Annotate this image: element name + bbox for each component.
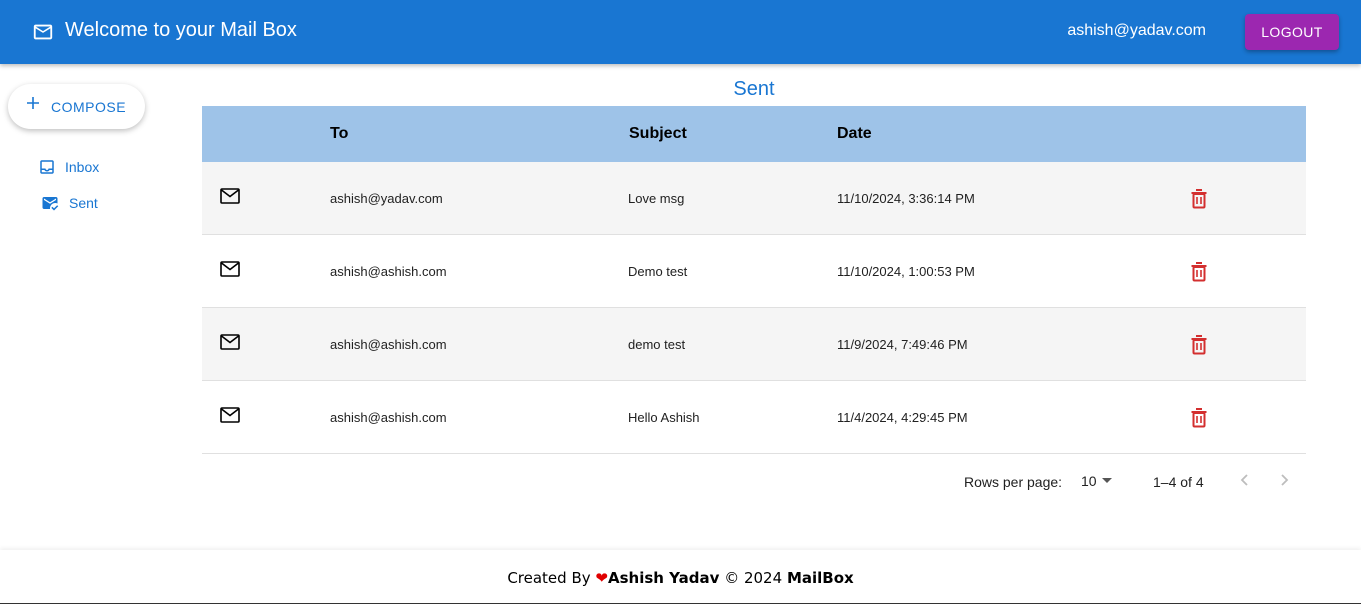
footer-brand: MailBox — [786, 569, 854, 587]
compose-button[interactable]: COMPOSE — [8, 84, 145, 129]
row-subject: demo test — [628, 337, 686, 352]
page-title: Sent — [733, 78, 775, 100]
mail-icon — [220, 407, 240, 423]
rows-per-page-select[interactable]: 10 — [1081, 473, 1097, 489]
table-row[interactable]: ashish@ashish.com Hello Ashish 11/4/2024… — [202, 381, 1306, 454]
row-date: 11/10/2024, 3:36:14 PM — [837, 191, 975, 206]
sidebar-item-inbox[interactable]: Inbox — [38, 155, 99, 179]
mail-icon — [220, 334, 240, 350]
mark-email-read-icon — [42, 197, 59, 211]
table-row[interactable]: ashish@ashish.com demo test 11/9/2024, 7… — [202, 308, 1306, 381]
sidebar-item-label: Sent — [69, 195, 98, 211]
row-subject: Hello Ashish — [628, 410, 700, 425]
plus-icon — [27, 97, 39, 109]
app-title: Welcome to your Mail Box — [65, 19, 297, 41]
sidebar-item-label: Inbox — [65, 159, 100, 175]
row-to: ashish@ashish.com — [330, 337, 447, 352]
row-to: ashish@yadav.com — [330, 191, 443, 206]
table-row[interactable]: ashish@yadav.com Love msg 11/10/2024, 3:… — [202, 162, 1306, 235]
app-bar: Welcome to your Mail Box ashish@yadav.co… — [0, 0, 1361, 64]
delete-icon[interactable] — [1190, 262, 1208, 282]
footer-copyright: © 2024 — [724, 569, 783, 587]
footer-created-by: Created By — [507, 569, 591, 587]
logout-button[interactable]: LOGOUT — [1245, 14, 1339, 50]
compose-label: COMPOSE — [51, 99, 127, 115]
delete-icon[interactable] — [1190, 408, 1208, 428]
caret-down-icon[interactable] — [1102, 478, 1112, 483]
table-pagination: Rows per page: 10 1–4 of 4 — [202, 466, 1306, 496]
row-date: 11/9/2024, 7:49:46 PM — [837, 337, 968, 352]
table-row[interactable]: ashish@ashish.com Demo test 11/10/2024, … — [202, 235, 1306, 308]
mail-icon — [220, 261, 240, 277]
chevron-right-icon[interactable] — [1276, 472, 1292, 488]
delete-icon[interactable] — [1190, 335, 1208, 355]
footer-credit: Created By ❤Ashish Yadav © 2024 MailBox — [0, 569, 1361, 587]
user-email: ashish@yadav.com — [1067, 22, 1206, 39]
row-to: ashish@ashish.com — [330, 264, 447, 279]
heart-icon: ❤ — [595, 569, 608, 587]
sent-table: To Subject Date ashish@yadav.com Love ms… — [202, 106, 1306, 454]
footer: Created By ❤Ashish Yadav © 2024 MailBox — [0, 550, 1361, 604]
column-header-subject: Subject — [629, 125, 687, 142]
delete-icon[interactable] — [1190, 189, 1208, 209]
column-header-to: To — [330, 125, 349, 142]
pagination-range: 1–4 of 4 — [1153, 474, 1204, 490]
row-date: 11/4/2024, 4:29:45 PM — [837, 410, 968, 425]
mail-icon — [33, 24, 53, 40]
row-date: 11/10/2024, 1:00:53 PM — [837, 264, 975, 279]
row-to: ashish@ashish.com — [330, 410, 447, 425]
column-header-date: Date — [837, 125, 872, 142]
mail-icon — [220, 188, 240, 204]
inbox-icon — [40, 160, 54, 174]
row-subject: Demo test — [628, 264, 688, 279]
rows-per-page-label: Rows per page: — [964, 474, 1063, 490]
chevron-left-icon[interactable] — [1237, 472, 1253, 488]
row-subject: Love msg — [628, 191, 685, 206]
footer-author: Ashish Yadav — [607, 569, 720, 587]
table-header: To Subject Date — [202, 106, 1306, 162]
sidebar-item-sent[interactable]: Sent — [40, 191, 98, 215]
